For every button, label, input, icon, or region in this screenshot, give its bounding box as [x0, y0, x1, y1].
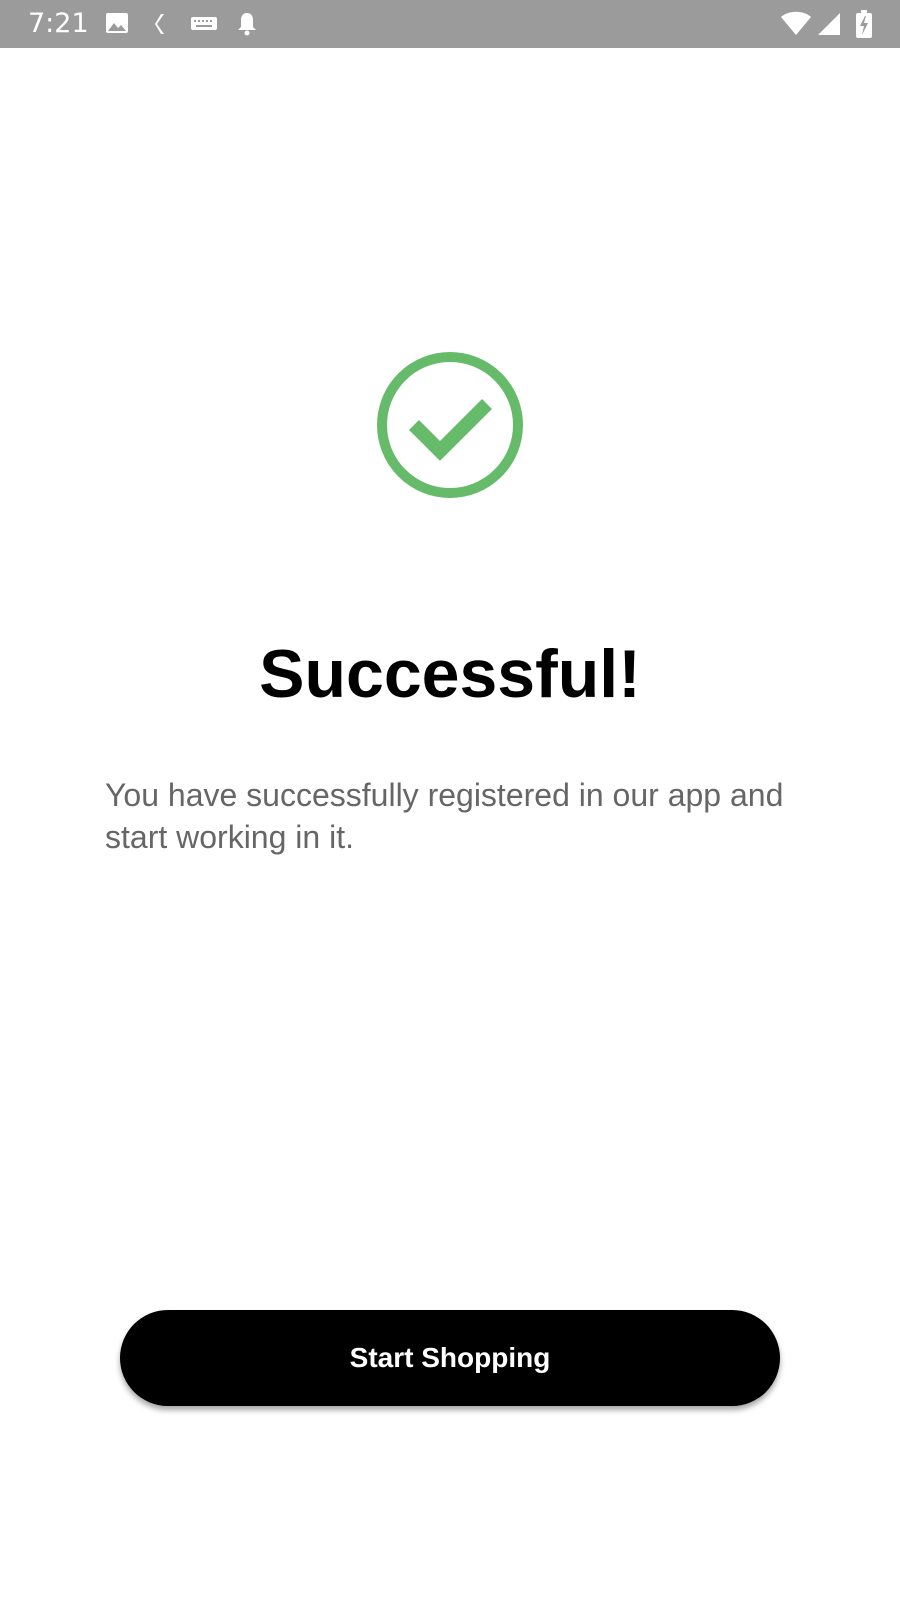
image-icon [105, 10, 129, 38]
success-title: Successful! [259, 635, 641, 712]
wifi-icon [780, 10, 812, 38]
battery-charging-icon [855, 10, 873, 38]
status-time: 7:21 [28, 8, 89, 39]
keyboard-icon [190, 10, 218, 38]
status-bar: 7:21 [0, 0, 900, 48]
success-screen: Successful! You have successfully regist… [0, 48, 900, 1600]
notification-bell-icon [235, 10, 259, 38]
check-circle-icon [375, 350, 525, 500]
start-shopping-button[interactable]: Start Shopping [120, 1310, 780, 1406]
success-message: You have successfully registered in our … [105, 777, 784, 855]
back-chevron-icon [152, 10, 168, 38]
cellular-signal-icon [816, 10, 842, 38]
